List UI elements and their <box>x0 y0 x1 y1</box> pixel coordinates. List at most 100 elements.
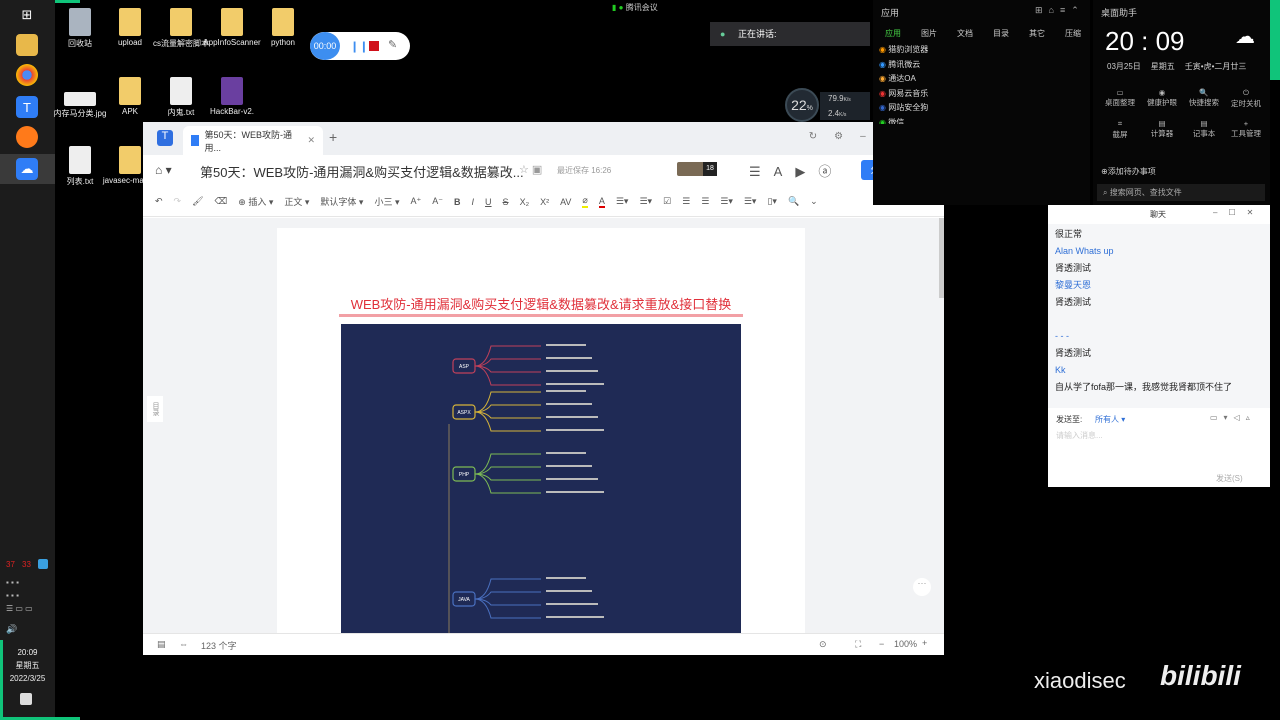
expand-toolbar-icon[interactable]: ⌄ <box>810 196 818 207</box>
superscript-icon[interactable]: X² <box>540 197 549 207</box>
app-item[interactable]: ◉ 网站安全狗 <box>879 101 928 116</box>
tool-quick-search[interactable]: 🔍 快捷搜索 <box>1183 88 1225 109</box>
app-item[interactable]: ◉ 网易云音乐 <box>879 87 928 102</box>
pause-button[interactable]: ❙❙ <box>350 40 368 53</box>
chat-tools[interactable]: ▭▾◁▵ <box>1210 413 1256 422</box>
apps-tab[interactable]: 文档 <box>957 28 973 39</box>
desktop-icon-hackbar[interactable]: HackBar-v2. <box>202 77 262 116</box>
tool-eye-care[interactable]: ◉ 健康护眼 <box>1141 88 1183 109</box>
volume-icon[interactable]: 🔊 <box>6 624 17 635</box>
app-logo[interactable]: T <box>157 130 173 146</box>
spacing-icon[interactable]: AV <box>560 197 571 207</box>
play-icon[interactable]: ⊙ <box>819 639 827 650</box>
block-icon[interactable]: ▯▾ <box>767 196 776 207</box>
page-width-icon[interactable]: ⇔ <box>179 639 188 649</box>
search-icon[interactable]: 🔍 <box>788 196 799 207</box>
assistant-search-input[interactable]: ⌕ 搜索网页、查找文件 <box>1097 184 1265 201</box>
windows-start-icon[interactable]: ⊞ <box>16 4 38 26</box>
firefox-icon[interactable] <box>16 126 38 148</box>
send-to-select[interactable]: 所有人 ▾ <box>1095 414 1125 425</box>
tencent-meeting-icon[interactable]: ☁ <box>16 158 38 180</box>
new-tab-button[interactable]: + <box>329 129 337 145</box>
app-item[interactable]: ◉ 猎豹浏览器 <box>879 43 928 58</box>
tool-shutdown-timer[interactable]: ⏻ 定时关机 <box>1225 88 1267 109</box>
mindmap-image[interactable]: ASP ASPX PHP JAVA <box>341 324 741 634</box>
document-canvas: 目录 WEB攻防-通用漏洞&购买支付逻辑&数据篡改&请求重放&接口替换 ASP A… <box>143 218 944 634</box>
meeting-indicator[interactable]: ▮ ● 腾讯会议 <box>612 2 658 13</box>
indent-icon[interactable]: ☰ <box>682 196 690 207</box>
chrome-icon[interactable] <box>16 64 38 86</box>
font-grow-icon[interactable]: A⁺ <box>411 196 422 207</box>
subscript-icon[interactable]: X₂ <box>520 197 530 207</box>
outline-icon[interactable]: ▤ <box>157 639 166 650</box>
tencent-docs-icon[interactable]: T <box>16 96 38 118</box>
font-select[interactable]: 默认字体 ▾ <box>320 195 363 208</box>
tool-screenshot[interactable]: ⌗ 截屏 <box>1099 119 1141 140</box>
file-explorer-icon[interactable] <box>16 34 38 56</box>
app-item[interactable]: ◉ 通达OA <box>879 72 928 87</box>
outdent-icon[interactable]: ☰ <box>701 196 709 207</box>
save-status: 最近保存 16:26 <box>557 166 612 175</box>
strikethrough-icon[interactable]: S <box>503 197 509 207</box>
font-color-icon[interactable]: A <box>598 196 605 208</box>
scrollbar[interactable] <box>939 218 944 298</box>
zoom-out-button[interactable]: − <box>879 639 884 649</box>
tool-desktop-organize[interactable]: ▭ 桌面整理 <box>1099 88 1141 109</box>
format-painter-icon[interactable]: 🖌 <box>192 196 203 207</box>
pen-icon[interactable]: ✎ <box>388 38 397 51</box>
tool-manage[interactable]: + 工具管理 <box>1225 119 1267 140</box>
collaborator-count[interactable]: 18 <box>703 162 717 176</box>
numbered-list-icon[interactable]: ☰▾ <box>639 196 652 207</box>
more-button[interactable]: ··· <box>913 578 931 596</box>
apps-panel-controls[interactable]: ⊞⌂≡⌃ <box>1035 5 1085 16</box>
apps-tab[interactable]: 应用 <box>885 28 901 39</box>
fullscreen-icon[interactable]: ⛶ <box>855 639 861 650</box>
italic-icon[interactable]: I <box>472 197 475 207</box>
message-input[interactable]: 请输入消息... <box>1056 430 1103 441</box>
style-select[interactable]: 正文 ▾ <box>284 195 309 208</box>
tool-notepad[interactable]: ▤ 记事本 <box>1183 119 1225 140</box>
toc-toggle[interactable]: 目录 <box>147 396 163 422</box>
clock[interactable]: 20:09 星期五 2022/3/25 <box>0 646 55 685</box>
insert-menu[interactable]: ⊕ 插入 ▾ <box>238 195 273 208</box>
header-tools[interactable]: ☰A▶ⓐ <box>749 161 844 180</box>
tray-icons[interactable]: ▪ ▪ ▪ ▪ ▪ ▪ ☰ ▭ ▭ <box>6 576 46 616</box>
line-spacing-icon[interactable]: ☰▾ <box>744 196 757 207</box>
star-icon[interactable]: ☆ ▣ <box>519 163 542 176</box>
app-item[interactable]: ◉ 微信 <box>879 116 928 124</box>
close-tab-button[interactable]: ✕ <box>307 135 315 146</box>
mindmap-leaf <box>546 390 586 392</box>
doc-title[interactable]: 第50天：WEB攻防-通用漏洞&购买支付逻辑&数据篡改... <box>200 162 524 181</box>
align-icon[interactable]: ☰▾ <box>720 196 733 207</box>
apps-tab[interactable]: 其它 <box>1029 28 1045 39</box>
size-select[interactable]: 小三 ▾ <box>374 195 399 208</box>
checklist-icon[interactable]: ☑ <box>663 196 671 207</box>
cpu-usage-gauge[interactable]: 22% <box>785 88 819 122</box>
zoom-level[interactable]: 100% <box>894 639 917 649</box>
redo-icon[interactable]: ↷ <box>174 196 182 207</box>
stop-button[interactable] <box>369 41 379 51</box>
chat-window-controls[interactable]: –☐✕ <box>1213 208 1264 217</box>
font-shrink-icon[interactable]: A⁻ <box>432 196 443 207</box>
bold-icon[interactable]: B <box>454 197 461 207</box>
apps-tab[interactable]: 目录 <box>993 28 1009 39</box>
home-button[interactable]: ⌂ ▾ <box>155 163 172 177</box>
archive-icon <box>221 77 243 105</box>
bullet-list-icon[interactable]: ☰▾ <box>616 196 629 207</box>
desktop-icon-python[interactable]: python <box>253 8 313 47</box>
add-todo[interactable]: ⊕添加待办事项 <box>1101 166 1156 177</box>
underline-icon[interactable]: U <box>485 197 492 207</box>
clear-format-icon[interactable]: ⌫ <box>215 196 228 207</box>
zoom-in-button[interactable]: + <box>922 638 927 648</box>
tray-shield-icon[interactable] <box>38 559 48 569</box>
notification-icon[interactable] <box>20 693 32 705</box>
app-item[interactable]: ◉ 腾讯微云 <box>879 58 928 73</box>
send-button[interactable]: 发送(S) <box>1216 473 1243 484</box>
folder-icon <box>119 146 141 174</box>
undo-icon[interactable]: ↶ <box>155 196 163 207</box>
apps-tab[interactable]: 图片 <box>921 28 937 39</box>
apps-tab[interactable]: 压缩 <box>1065 28 1081 39</box>
tab-document[interactable]: 第50天：WEB攻防-通用... ✕ <box>183 126 323 155</box>
highlight-icon[interactable]: ⌀ <box>582 195 588 208</box>
tool-calculator[interactable]: ▤ 计算器 <box>1141 119 1183 140</box>
